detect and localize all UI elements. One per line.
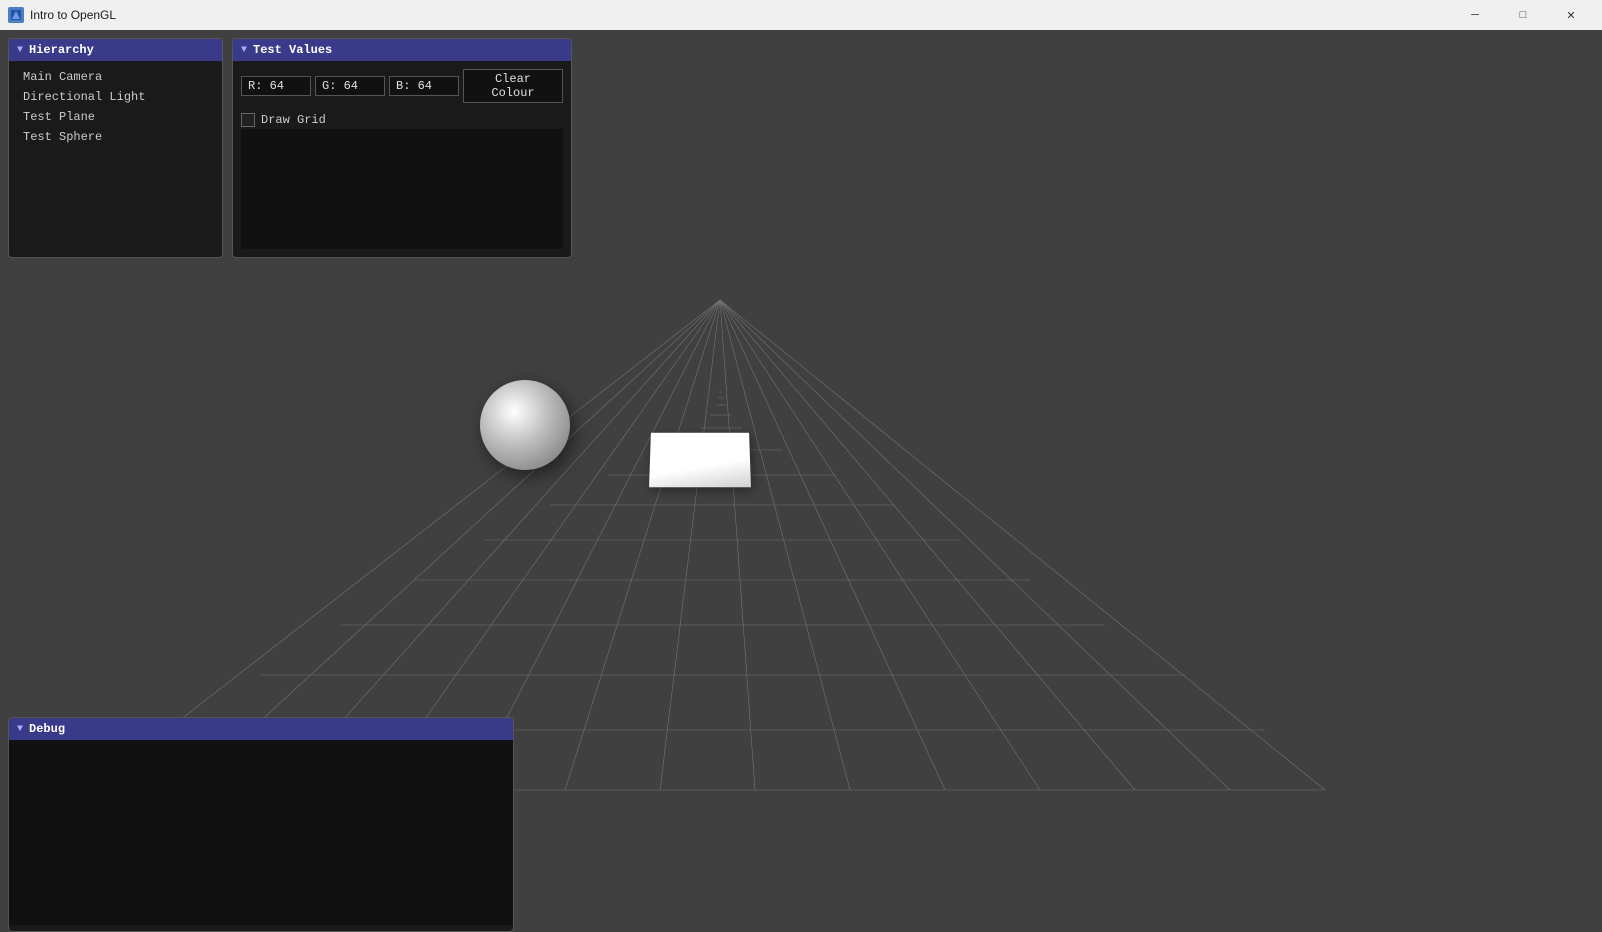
window-controls: ─ □ ✕ xyxy=(1452,0,1594,30)
test-values-panel: ▼ Test Values Clear Colour Draw Grid xyxy=(232,38,572,258)
debug-collapse-arrow: ▼ xyxy=(17,724,23,735)
debug-panel-body xyxy=(9,740,513,925)
clear-colour-button[interactable]: Clear Colour xyxy=(463,69,563,103)
debug-panel-header[interactable]: ▼ Debug xyxy=(9,718,513,740)
debug-panel-title: Debug xyxy=(29,722,65,736)
draw-grid-checkbox[interactable] xyxy=(241,113,255,127)
maximize-button[interactable]: □ xyxy=(1500,0,1546,30)
app-icon xyxy=(8,7,24,23)
draw-grid-label: Draw Grid xyxy=(261,113,326,127)
test-values-collapse-arrow: ▼ xyxy=(241,45,247,56)
test-values-body: Clear Colour Draw Grid xyxy=(233,61,571,257)
title-bar-left: Intro to OpenGL xyxy=(8,7,116,23)
test-values-panel-header[interactable]: ▼ Test Values xyxy=(233,39,571,61)
debug-panel: ▼ Debug xyxy=(8,717,514,932)
title-text: Intro to OpenGL xyxy=(30,8,116,22)
draw-grid-row: Draw Grid xyxy=(241,111,563,129)
sphere-object xyxy=(480,380,570,470)
hierarchy-panel-title: Hierarchy xyxy=(29,43,94,57)
hierarchy-item-test-plane[interactable]: Test Plane xyxy=(9,107,222,127)
viewport: ▼ Hierarchy Main Camera Directional Ligh… xyxy=(0,30,1602,932)
hierarchy-panel: ▼ Hierarchy Main Camera Directional Ligh… xyxy=(8,38,223,258)
color-row: Clear Colour xyxy=(241,69,563,103)
g-field[interactable] xyxy=(315,76,385,96)
hierarchy-collapse-arrow: ▼ xyxy=(17,45,23,56)
b-field[interactable] xyxy=(389,76,459,96)
hierarchy-item-test-sphere[interactable]: Test Sphere xyxy=(9,127,222,147)
test-values-content-area xyxy=(241,129,563,249)
r-field[interactable] xyxy=(241,76,311,96)
hierarchy-panel-body: Main Camera Directional Light Test Plane… xyxy=(9,61,222,153)
hierarchy-item-main-camera[interactable]: Main Camera xyxy=(9,67,222,87)
minimize-button[interactable]: ─ xyxy=(1452,0,1498,30)
hierarchy-panel-header[interactable]: ▼ Hierarchy xyxy=(9,39,222,61)
plane-object xyxy=(649,433,751,487)
close-button[interactable]: ✕ xyxy=(1548,0,1594,30)
hierarchy-item-directional-light[interactable]: Directional Light xyxy=(9,87,222,107)
title-bar: Intro to OpenGL ─ □ ✕ xyxy=(0,0,1602,30)
test-values-panel-title: Test Values xyxy=(253,43,332,57)
